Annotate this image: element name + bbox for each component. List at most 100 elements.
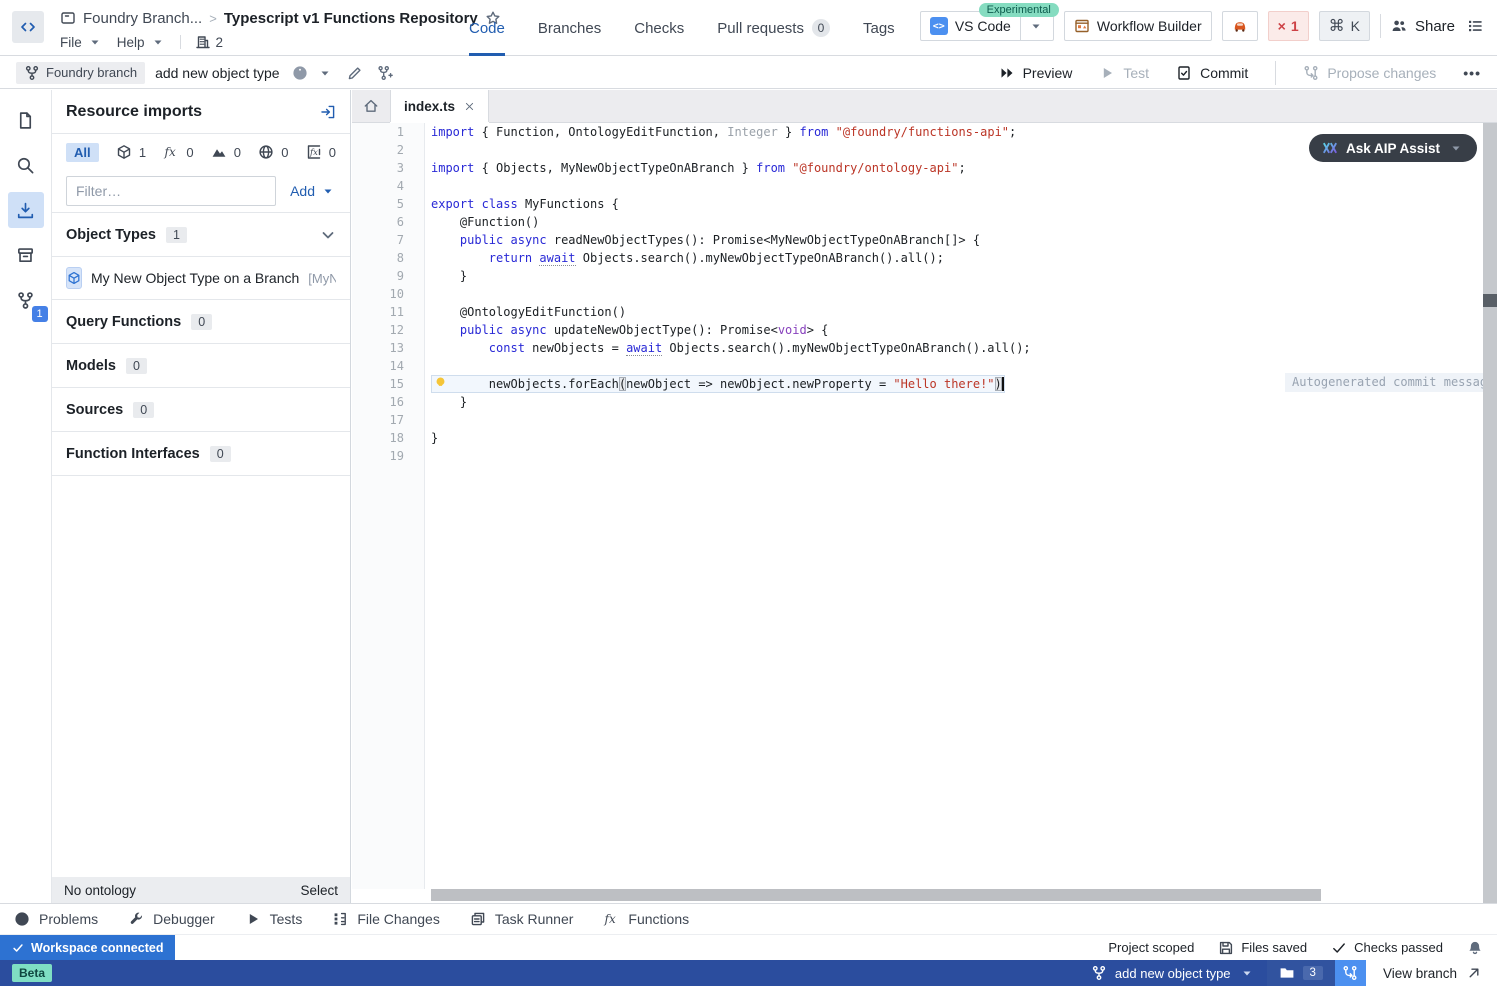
tab-branches[interactable]: Branches — [538, 0, 601, 56]
shortcut-key: K — [1351, 18, 1360, 34]
close-icon[interactable] — [464, 101, 475, 112]
packages-rail-button[interactable] — [8, 237, 44, 273]
changed-files-indicator[interactable]: 3 — [1267, 960, 1335, 986]
search-rail-button[interactable] — [8, 147, 44, 183]
tab-checks[interactable]: Checks — [634, 0, 684, 56]
mountain-icon — [211, 144, 227, 160]
panel-tab-task-runner[interactable]: Task Runner — [470, 911, 574, 927]
panel-tab-debugger[interactable]: Debugger — [128, 911, 215, 927]
filter-input[interactable] — [66, 176, 276, 206]
car-button[interactable] — [1222, 11, 1258, 41]
code-line-9[interactable]: } — [431, 267, 1483, 285]
propose-changes-button[interactable]: Propose changes — [1303, 65, 1436, 81]
code-line-18[interactable]: } — [431, 429, 1483, 447]
vscode-button[interactable]: <> VS Code Experimental — [920, 11, 1054, 41]
filter-object-types[interactable]: 1 — [116, 144, 146, 160]
file-icon — [16, 111, 35, 130]
svg-text:fx: fx — [309, 148, 318, 158]
section-query-functions[interactable]: Query Functions0 — [52, 300, 350, 344]
code-line-16[interactable]: } — [431, 393, 1483, 411]
import-resource-icon[interactable] — [320, 104, 336, 120]
object-type-item[interactable]: My New Object Type on a Branch[MyN…] — [52, 257, 350, 300]
panel-tab-functions[interactable]: fxFunctions — [603, 911, 689, 927]
code-line-17[interactable] — [431, 411, 1483, 429]
code-line-12[interactable]: public async updateNewObjectType(): Prom… — [431, 321, 1483, 339]
commit-button[interactable]: Commit — [1176, 65, 1248, 81]
detail-list-icon[interactable] — [1465, 18, 1485, 34]
section-count: 0 — [133, 402, 154, 418]
lightbulb-icon[interactable] — [433, 376, 448, 391]
more-options-button[interactable]: ••• — [1463, 65, 1481, 81]
branch-selector[interactable]: add new object type — [1079, 960, 1267, 986]
ontology-select-button[interactable]: Select — [300, 883, 338, 898]
filter-function-interfaces[interactable]: fx0 — [306, 144, 336, 160]
panel-tab-label: Tests — [270, 911, 303, 927]
panel-tab-file-changes[interactable]: File Changes — [332, 911, 440, 927]
code-line-6[interactable]: @Function() — [431, 213, 1483, 231]
header-actions: <> VS Code Experimental Workflow Builder… — [920, 10, 1485, 42]
test-button[interactable]: Test — [1099, 65, 1149, 81]
horizontal-scrollbar[interactable] — [431, 889, 1321, 901]
help-menu[interactable]: Help — [117, 34, 166, 50]
bell-icon[interactable] — [1467, 940, 1483, 956]
view-branch-button[interactable]: View branch — [1366, 960, 1497, 986]
share-button[interactable]: Share — [1391, 18, 1455, 35]
section-function-interfaces[interactable]: Function Interfaces0 — [52, 432, 350, 476]
repository-app-icon[interactable] — [12, 11, 44, 43]
code-line-11[interactable]: @OntologyEditFunction() — [431, 303, 1483, 321]
org-count: 2 — [216, 35, 224, 50]
workflow-builder-button[interactable]: Workflow Builder — [1064, 11, 1212, 41]
tab-pull-requests[interactable]: Pull requests0 — [717, 0, 830, 56]
panel-tab-problems[interactable]: Problems — [14, 911, 98, 927]
ask-aip-assist-button[interactable]: Ask AIP Assist — [1309, 134, 1477, 162]
panel-tab-tests[interactable]: Tests — [245, 911, 303, 927]
code-content[interactable]: import { Function, OntologyEditFunction,… — [426, 123, 1483, 889]
double-play-icon — [999, 65, 1015, 81]
code-line-15[interactable]: newObjects.forEach(newObject => newObjec… — [431, 375, 1005, 393]
errors-button[interactable]: × 1 — [1268, 11, 1309, 41]
info-icon[interactable] — [292, 65, 308, 81]
code-line-13[interactable]: const newObjects = await Objects.search(… — [431, 339, 1483, 357]
resource-imports-rail-button[interactable] — [8, 192, 44, 228]
foundry-branch-chip[interactable]: Foundry branch — [16, 62, 145, 84]
org-indicator[interactable]: 2 — [195, 34, 224, 50]
file-menu[interactable]: File — [60, 34, 103, 50]
tab-tags[interactable]: Tags — [863, 0, 895, 56]
filter-web[interactable]: 0 — [258, 144, 288, 160]
files-rail-button[interactable] — [8, 102, 44, 138]
propose-changes-tile[interactable] — [1335, 960, 1366, 986]
file-menu-label: File — [60, 35, 82, 50]
branch-add-icon[interactable] — [377, 65, 393, 81]
section-sources[interactable]: Sources0 — [52, 388, 350, 432]
caret-down-icon[interactable] — [317, 65, 333, 81]
filter-all[interactable]: All — [66, 143, 99, 162]
code-line-4[interactable] — [431, 177, 1483, 195]
current-branch-name[interactable]: add new object type — [155, 65, 280, 81]
scrollbar-thumb[interactable] — [1483, 294, 1497, 307]
pencil-icon[interactable] — [347, 65, 363, 81]
code-line-5[interactable]: export class MyFunctions { — [431, 195, 1483, 213]
preview-button[interactable]: Preview — [999, 65, 1073, 81]
tab-code[interactable]: Code — [469, 0, 505, 56]
branches-rail-button[interactable]: 1 — [8, 282, 44, 318]
workspace-status-chip[interactable]: Workspace connected — [0, 935, 175, 961]
section-object-types[interactable]: Object Types1 — [52, 213, 350, 257]
command-palette-button[interactable]: ⌘ K — [1319, 11, 1370, 41]
chevron-down-icon[interactable] — [320, 227, 336, 243]
breadcrumb-parent[interactable]: Foundry Branch... — [83, 10, 202, 27]
code-line-19[interactable] — [431, 447, 1483, 465]
filter-models[interactable]: 0 — [211, 144, 241, 160]
text-cursor — [1002, 377, 1004, 391]
add-resource-button[interactable]: Add — [290, 183, 336, 199]
code-line-7[interactable]: public async readNewObjectTypes(): Promi… — [431, 231, 1483, 249]
section-models[interactable]: Models0 — [52, 344, 350, 388]
code-line-8[interactable]: return await Objects.search().myNewObjec… — [431, 249, 1483, 267]
editor-tab-index-ts[interactable]: index.ts — [390, 90, 489, 122]
section-label: Object Types — [66, 227, 156, 243]
filter-functions[interactable]: fx0 — [163, 144, 193, 160]
home-button[interactable] — [352, 90, 390, 122]
line-number: 9 — [352, 267, 404, 285]
overview-ruler[interactable] — [1483, 123, 1497, 903]
caret-down-icon[interactable] — [1028, 18, 1044, 34]
code-line-10[interactable] — [431, 285, 1483, 303]
